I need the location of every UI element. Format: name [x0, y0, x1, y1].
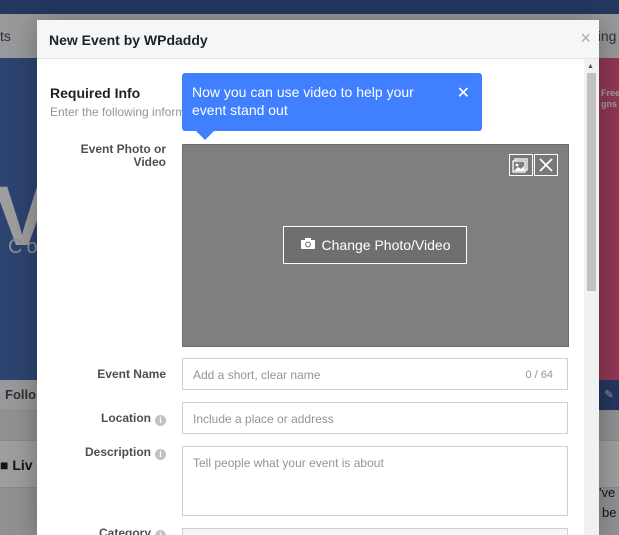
tooltip-arrow	[196, 131, 214, 140]
location-input[interactable]: Include a place or address	[182, 402, 568, 434]
location-label-group: Location i	[67, 411, 166, 426]
event-name-placeholder: Add a short, clear name	[193, 368, 321, 382]
location-label: Location	[101, 411, 151, 425]
tooltip-text: Now you can use video to help your event…	[192, 84, 414, 118]
location-info-icon[interactable]: i	[155, 415, 166, 426]
category-select[interactable]	[182, 528, 568, 535]
event-photo-label: Event Photo or Video	[80, 142, 166, 169]
dialog-close-icon[interactable]: ×	[580, 29, 591, 47]
category-info-icon[interactable]: i	[155, 530, 166, 535]
description-textarea[interactable]: Tell people what your event is about	[182, 446, 568, 516]
new-event-dialog: New Event by WPdaddy × ▲ Required Info E…	[37, 20, 599, 535]
camera-icon	[300, 237, 316, 253]
tooltip-close-icon[interactable]: ✕	[457, 83, 470, 103]
change-photo-video-label: Change Photo/Video	[321, 237, 451, 253]
description-label-group: Description i	[67, 445, 166, 460]
dialog-title: New Event by WPdaddy	[49, 32, 208, 48]
photo-icon[interactable]	[509, 154, 533, 176]
remove-photo-close-icon[interactable]	[534, 154, 558, 176]
event-name-counter: 0 / 64	[525, 369, 553, 381]
description-placeholder: Tell people what your event is about	[193, 456, 384, 470]
video-tip-tooltip: Now you can use video to help your event…	[182, 73, 482, 140]
scrollbar-thumb[interactable]	[587, 73, 596, 291]
event-name-label: Event Name	[97, 367, 166, 381]
description-label: Description	[84, 445, 151, 459]
location-placeholder: Include a place or address	[193, 412, 334, 426]
description-info-icon[interactable]: i	[155, 449, 166, 460]
dialog-scrollbar[interactable]: ▲	[584, 59, 599, 535]
change-photo-video-button[interactable]: Change Photo/Video	[283, 226, 467, 264]
section-subtitle: Enter the following inform	[50, 105, 186, 119]
section-title: Required Info	[50, 85, 141, 101]
category-label: Category	[98, 526, 151, 535]
dialog-header: New Event by WPdaddy ×	[37, 20, 599, 59]
event-name-input[interactable]: Add a short, clear name 0 / 64	[182, 358, 568, 390]
category-label-group: Category i	[67, 526, 166, 535]
scroll-up-icon[interactable]: ▲	[587, 63, 594, 70]
